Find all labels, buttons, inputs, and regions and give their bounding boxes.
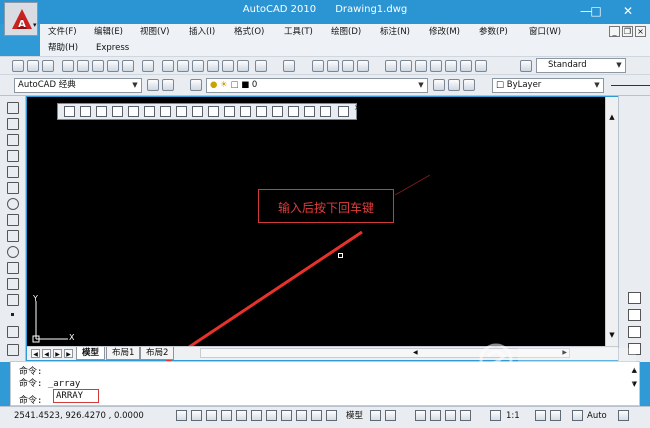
model-space-label[interactable]: 模型: [346, 410, 363, 422]
annotation-scale-icon[interactable]: [490, 410, 501, 421]
status-bar: 2541.4523, 926.4270 , 0.0000 模型 1:1 Auto: [0, 406, 650, 428]
annotation-scale-value[interactable]: 1:1: [506, 410, 520, 422]
workspace-auto-label[interactable]: Auto: [587, 410, 607, 422]
polar-tracking-icon[interactable]: [221, 410, 232, 421]
allow-ucs-icon[interactable]: [266, 410, 277, 421]
workspace-switching-icon[interactable]: [572, 410, 583, 421]
coordinate-readout[interactable]: 2541.4523, 926.4270 , 0.0000: [14, 411, 144, 421]
ortho-mode-icon[interactable]: [206, 410, 217, 421]
tab-layout2[interactable]: 布局2: [140, 347, 175, 360]
command-input-value: ARRAY: [56, 391, 84, 401]
pan-icon[interactable]: [415, 410, 426, 421]
object-snap-icon[interactable]: [236, 410, 247, 421]
next-tab-icon[interactable]: ▶: [53, 349, 62, 358]
dynamic-input-icon[interactable]: [281, 410, 292, 421]
object-snap-tracking-icon[interactable]: [251, 410, 262, 421]
quick-view-drawings-icon[interactable]: [385, 410, 396, 421]
command-history-line: 命令: _array: [19, 379, 81, 389]
scroll-left-icon[interactable]: ◀: [413, 349, 418, 356]
clean-screen-icon[interactable]: [618, 410, 629, 421]
quick-view-layouts-icon[interactable]: [370, 410, 381, 421]
lineweight-icon[interactable]: [296, 410, 307, 421]
auto-scale-icon[interactable]: [550, 410, 561, 421]
quick-properties-icon[interactable]: [311, 410, 322, 421]
watermark-logo: [479, 343, 636, 384]
tab-model[interactable]: 模型: [76, 347, 106, 360]
showmotion-icon[interactable]: [460, 410, 471, 421]
grid-display-icon[interactable]: [191, 410, 202, 421]
zoom-icon[interactable]: [430, 410, 441, 421]
annotation-visibility-icon[interactable]: [535, 410, 546, 421]
command-prompt: 命令:: [19, 396, 43, 406]
selection-cycling-icon[interactable]: [326, 410, 337, 421]
tab-layout1[interactable]: 布局1: [106, 347, 141, 360]
first-tab-icon[interactable]: ◀: [31, 349, 40, 358]
last-tab-icon[interactable]: ▶: [64, 349, 73, 358]
steeringwheel-icon[interactable]: [445, 410, 456, 421]
prev-tab-icon[interactable]: ◀: [42, 349, 51, 358]
snap-mode-icon[interactable]: [176, 410, 187, 421]
command-input[interactable]: ARRAY: [53, 389, 99, 403]
